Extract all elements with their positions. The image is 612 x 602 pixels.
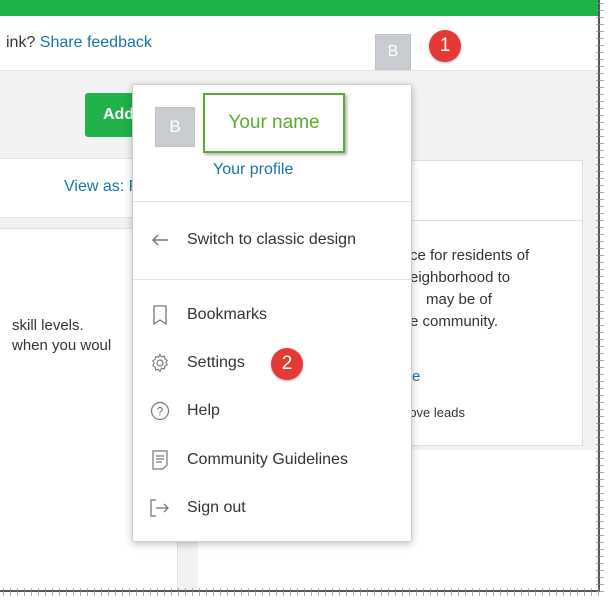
info-card-link[interactable]: e <box>412 368 420 385</box>
skill-line-1: skill levels. <box>12 317 84 334</box>
menu-item-label: Sign out <box>187 499 246 516</box>
skill-line-2: when you woul <box>12 337 112 354</box>
menu-item-switch-classic[interactable]: Switch to classic design <box>133 220 411 260</box>
document-icon <box>133 450 187 470</box>
menu-item-bookmarks[interactable]: Bookmarks <box>133 295 411 335</box>
right-line-2: eighborhood to <box>410 269 511 286</box>
menu-divider <box>133 279 411 280</box>
info-card-header <box>386 161 582 221</box>
svg-text:?: ? <box>157 405 164 419</box>
menu-item-label: Community Guidelines <box>187 451 348 468</box>
info-card-footer: rove leads <box>405 405 465 420</box>
menu-item-label: Bookmarks <box>187 306 268 323</box>
user-avatar-button[interactable]: B <box>375 34 411 70</box>
gear-icon <box>133 353 187 373</box>
torn-edge-right <box>596 0 604 596</box>
user-name-callout[interactable]: Your name <box>203 93 345 153</box>
arrow-left-icon <box>133 233 187 247</box>
menu-item-community-guidelines[interactable]: Community Guidelines <box>133 440 411 480</box>
menu-item-sign-out[interactable]: Sign out <box>133 488 411 528</box>
top-green-bar <box>0 0 598 16</box>
menu-item-label: Switch to classic design <box>187 231 356 248</box>
help-icon: ? <box>133 401 187 421</box>
screenshot-frame: ink? Share feedback B Add View as: Fe sk… <box>0 0 600 592</box>
feedback-prefix: ink? <box>6 34 40 51</box>
feedback-text: ink? Share feedback <box>6 34 152 52</box>
step-badge-1: 1 <box>429 30 461 62</box>
menu-item-label: Settings <box>187 354 245 371</box>
right-line-1: ce for residents of <box>410 247 530 264</box>
menu-item-help[interactable]: ? Help <box>133 391 411 431</box>
menu-item-label: Help <box>187 402 220 419</box>
menu-divider <box>133 201 411 202</box>
info-card-text: ce for residents of eighborhood to may b… <box>410 245 529 333</box>
user-dropdown-menu: B Your name Your profile Switch to class… <box>132 84 412 542</box>
your-profile-link[interactable]: Your profile <box>213 161 293 179</box>
sign-out-icon <box>133 499 187 517</box>
step-badge-2: 2 <box>271 348 303 380</box>
feedback-bar: ink? Share feedback <box>0 16 598 71</box>
torn-edge-bottom <box>0 588 604 596</box>
menu-avatar[interactable]: B <box>155 107 195 147</box>
right-line-3: may be of <box>426 291 492 308</box>
skill-text: skill levels. when you woul <box>12 316 111 356</box>
share-feedback-link[interactable]: Share feedback <box>40 34 152 51</box>
right-line-4: e community. <box>410 313 499 330</box>
bookmark-icon <box>133 305 187 325</box>
